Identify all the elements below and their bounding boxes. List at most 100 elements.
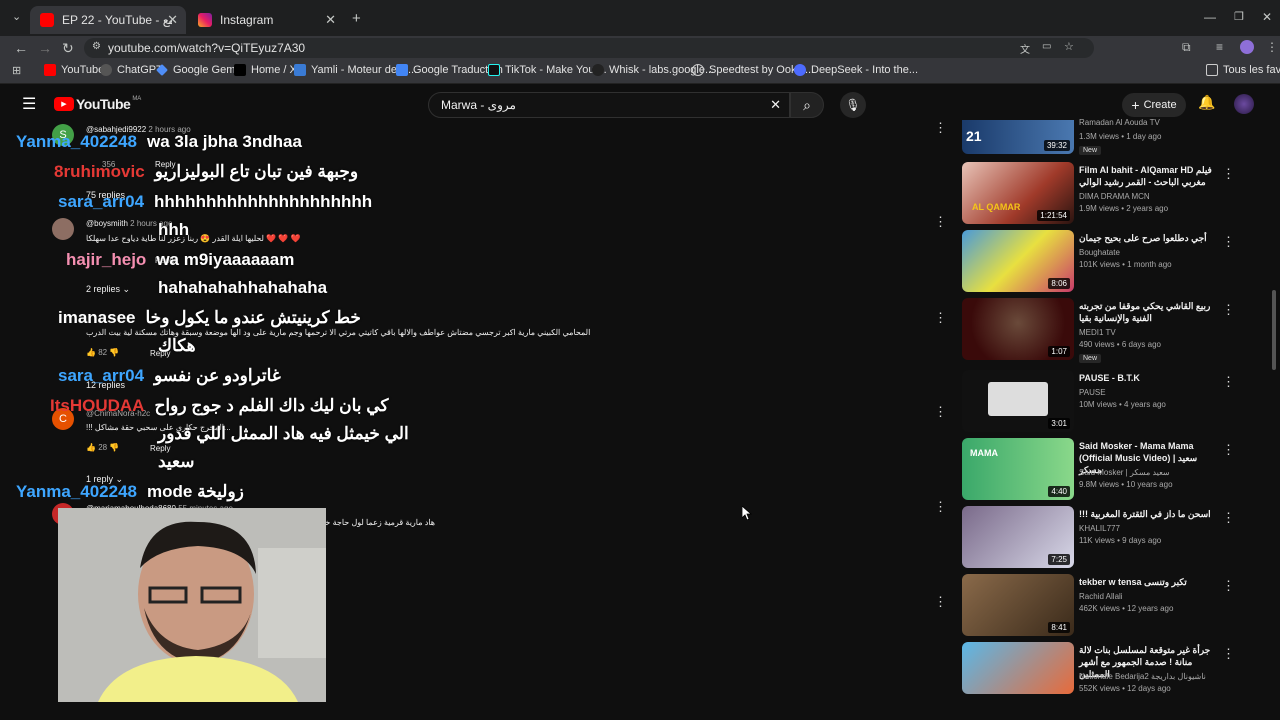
- youtube-logo[interactable]: ▶ YouTube MA: [54, 96, 141, 112]
- video-thumbnail[interactable]: 3:01: [962, 370, 1074, 432]
- thumbs-down-icon[interactable]: 👎: [109, 443, 119, 452]
- chat-username: sara_arr04: [58, 366, 145, 385]
- comment-menu-icon[interactable]: ⋮: [934, 310, 947, 326]
- address-bar[interactable]: ⚙ youtube.com/watch?v=QiTEyuz7A30 文 ▭ ☆: [84, 38, 1094, 58]
- video-thumbnail[interactable]: [962, 642, 1074, 694]
- tab-search-icon[interactable]: ⌄: [12, 10, 21, 23]
- voice-search-button[interactable]: 🎙: [840, 92, 866, 118]
- chat-message: سعيد: [158, 452, 195, 472]
- clear-search-icon[interactable]: ✕: [770, 97, 781, 113]
- related-video[interactable]: AL QAMAR 1:21:54 Film Al bahit - AlQamar …: [962, 162, 1262, 226]
- bookmark-youtube[interactable]: YouTube: [44, 64, 104, 76]
- related-video[interactable]: 8:06 أجي دطلعوا صرح على بحيح جيمان Bough…: [962, 230, 1262, 294]
- video-thumbnail[interactable]: 8:06: [962, 230, 1074, 292]
- site-info-icon[interactable]: ⚙: [92, 41, 101, 52]
- notifications-bell-icon[interactable]: 🔔: [1198, 94, 1215, 111]
- bookmark-gemini[interactable]: Google Gemini: [156, 64, 246, 76]
- channel-name[interactable]: Nationale Bedarija2 ناشيونال بداريجة: [1079, 672, 1206, 681]
- video-thumbnail[interactable]: 8:41: [962, 574, 1074, 636]
- related-video[interactable]: 3:01 PAUSE - B.T.K PAUSE 10M views • 4 y…: [962, 370, 1262, 434]
- channel-name[interactable]: KHALIL777: [1079, 524, 1120, 533]
- cast-icon[interactable]: ▭: [1042, 41, 1051, 52]
- bookmark-tiktok[interactable]: TikTok - Make Your...: [488, 64, 607, 76]
- url-text: youtube.com/watch?v=QiTEyuz7A30: [108, 41, 306, 55]
- related-video[interactable]: 8:41 tekber w tensa تكبر وتنسى Rachid Al…: [962, 574, 1262, 638]
- hamburger-menu-icon[interactable]: ☰: [22, 94, 36, 114]
- channel-name[interactable]: DIMA DRAMA MCN: [1079, 192, 1150, 201]
- profile-avatar[interactable]: [1240, 40, 1254, 54]
- translate-icon[interactable]: 文: [1020, 41, 1030, 56]
- video-menu-icon[interactable]: ⋮: [1222, 578, 1235, 594]
- channel-name[interactable]: Said Mosker | سعيد مسكر: [1079, 468, 1170, 477]
- related-video[interactable]: 1:07 ربيع القاشي يحكي موقفا من تجربته ال…: [962, 298, 1262, 363]
- account-avatar[interactable]: [1234, 94, 1254, 114]
- all-bookmarks[interactable]: Tous les favoris: [1206, 64, 1280, 76]
- close-tab-icon[interactable]: ✕: [325, 12, 336, 28]
- video-title[interactable]: ربيع القاشي يحكي موقفا من تجربته الفنية …: [1079, 300, 1219, 324]
- extensions-icon[interactable]: ⧉: [1182, 40, 1191, 55]
- bookmark-deepseek[interactable]: DeepSeek - Into the...: [794, 64, 918, 76]
- bookmark-google-traduction[interactable]: Google Traduction: [396, 64, 503, 76]
- back-icon[interactable]: ←: [14, 40, 28, 56]
- channel-name[interactable]: PAUSE: [1079, 388, 1106, 397]
- comment-menu-icon[interactable]: ⋮: [934, 214, 947, 230]
- video-title[interactable]: أجي دطلعوا صرح على بحيح جيمان: [1079, 232, 1219, 244]
- tab-instagram[interactable]: Instagram ✕: [188, 6, 344, 34]
- related-video[interactable]: 39:32 21 Ramadan Al Aouda TV 1.3M views •…: [962, 118, 1262, 156]
- related-video[interactable]: 7:25 !!! اسحن ما داز في الثقترة المغربية…: [962, 506, 1262, 570]
- create-button[interactable]: + Create: [1122, 93, 1186, 117]
- video-menu-icon[interactable]: ⋮: [1222, 374, 1235, 390]
- comment-menu-icon[interactable]: ⋮: [934, 499, 947, 515]
- thumbs-down-icon[interactable]: 👎: [109, 348, 119, 357]
- video-menu-icon[interactable]: ⋮: [1222, 646, 1235, 662]
- video-menu-icon[interactable]: ⋮: [1222, 302, 1235, 318]
- chat-text: كي بان ليك داك الفلم د جوج رواح: [154, 396, 389, 415]
- channel-name[interactable]: Ramadan Al Aouda TV: [1079, 118, 1160, 127]
- apps-icon[interactable]: ⊞: [12, 64, 21, 77]
- video-meta: 1.3M views • 1 day ago: [1079, 132, 1162, 141]
- search-button[interactable]: ⌕: [790, 92, 824, 118]
- video-title[interactable]: Film Al bahit - AlQamar HD فيلم مغربي ال…: [1079, 164, 1219, 188]
- avatar[interactable]: [52, 218, 74, 240]
- comment-menu-icon[interactable]: ⋮: [934, 120, 947, 136]
- media-icon[interactable]: ≡: [1216, 40, 1223, 54]
- close-window-icon[interactable]: ✕: [1262, 10, 1272, 24]
- video-menu-icon[interactable]: ⋮: [1222, 510, 1235, 526]
- video-title[interactable]: tekber w tensa تكبر وتنسى: [1079, 576, 1219, 588]
- thumbs-up-icon[interactable]: 👍: [86, 348, 96, 357]
- video-title[interactable]: PAUSE - B.T.K: [1079, 372, 1219, 384]
- related-video[interactable]: MAMA 4:40 Said Mosker - Mama Mama (Offici…: [962, 438, 1262, 502]
- channel-name[interactable]: Rachid Allali: [1079, 592, 1123, 601]
- scrollbar-thumb[interactable]: [1272, 290, 1276, 370]
- related-video[interactable]: جرأة غير متوقعة لمسلسل بنات لالة منانة !…: [962, 642, 1262, 694]
- instagram-favicon-icon: [198, 13, 212, 27]
- reload-icon[interactable]: ↻: [62, 40, 74, 57]
- menu-icon[interactable]: ⋮: [1266, 40, 1278, 54]
- bookmark-star-icon[interactable]: ☆: [1064, 40, 1074, 53]
- thumbs-up-icon[interactable]: 👍: [86, 443, 96, 452]
- channel-name[interactable]: Boughatate: [1079, 248, 1120, 257]
- tab-youtube[interactable]: EP 22 - YouTube - عش الطمع ✕: [30, 6, 186, 34]
- replies-toggle[interactable]: 2 replies ⌄: [86, 284, 130, 295]
- restore-icon[interactable]: ❐: [1234, 10, 1244, 23]
- bookmark-chatgpt[interactable]: ChatGPT: [100, 64, 163, 76]
- video-thumbnail[interactable]: AL QAMAR 1:21:54: [962, 162, 1074, 224]
- search-input[interactable]: Marwa - مروى ✕: [428, 92, 790, 118]
- video-thumbnail[interactable]: 7:25: [962, 506, 1074, 568]
- video-thumbnail[interactable]: 39:32 21: [962, 120, 1074, 154]
- channel-name[interactable]: MEDI1 TV: [1079, 328, 1116, 337]
- minimize-icon[interactable]: —: [1204, 10, 1216, 24]
- video-menu-icon[interactable]: ⋮: [1222, 234, 1235, 250]
- video-menu-icon[interactable]: ⋮: [1222, 442, 1235, 458]
- video-thumbnail[interactable]: 1:07: [962, 298, 1074, 360]
- comment-menu-icon[interactable]: ⋮: [934, 404, 947, 420]
- chat-text: وجبهة فين تبان تاع البوليزاريو: [154, 162, 359, 181]
- video-thumbnail[interactable]: MAMA 4:40: [962, 438, 1074, 500]
- comment-menu-icon[interactable]: ⋮: [934, 594, 947, 610]
- bookmark-x[interactable]: Home / X: [234, 64, 297, 76]
- video-title[interactable]: !!! اسحن ما داز في الثقترة المغربية: [1079, 508, 1219, 520]
- new-tab-icon[interactable]: +: [352, 10, 361, 27]
- forward-icon[interactable]: →: [38, 40, 52, 56]
- video-menu-icon[interactable]: ⋮: [1222, 166, 1235, 182]
- close-tab-icon[interactable]: ✕: [167, 12, 178, 28]
